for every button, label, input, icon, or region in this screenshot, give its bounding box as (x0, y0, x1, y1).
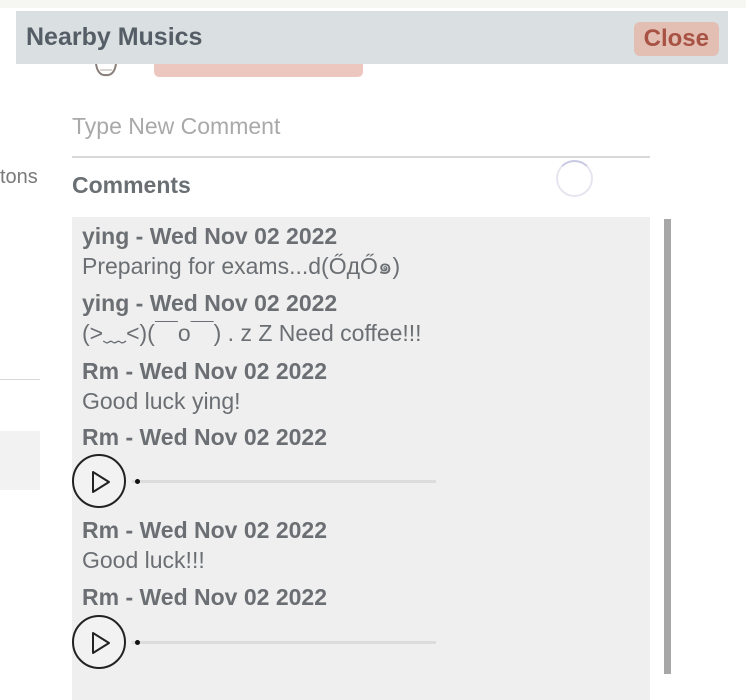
new-comment-input[interactable] (72, 96, 650, 158)
audio-progress-track[interactable] (132, 641, 436, 644)
comment-author-date: Rm - Wed Nov 02 2022 (82, 424, 328, 450)
play-icon (92, 471, 110, 493)
comments-scrollbar[interactable] (664, 219, 671, 674)
list-item: Rm - Wed Nov 02 2022 (82, 422, 327, 452)
background-top-strip (0, 0, 746, 8)
comment-text: Good luck ying! (82, 388, 241, 414)
list-item: Rm - Wed Nov 02 2022 Good luck ying! (82, 356, 327, 416)
list-item: ying - Wed Nov 02 2022 Preparing for exa… (82, 221, 400, 281)
comment-author-date: Rm - Wed Nov 02 2022 (82, 358, 328, 384)
panel-title: Nearby Musics (26, 23, 203, 51)
audio-player (72, 454, 452, 508)
comment-author-date: ying - Wed Nov 02 2022 (82, 290, 338, 316)
panel-header: Nearby Musics Close (16, 11, 728, 64)
partial-icon (92, 63, 122, 78)
comments-list[interactable]: ying - Wed Nov 02 2022 Preparing for exa… (72, 217, 650, 700)
background-block (0, 431, 40, 490)
comments-heading: Comments (72, 172, 191, 198)
comment-author-date: ying - Wed Nov 02 2022 (82, 223, 338, 249)
partial-action-button[interactable] (154, 64, 363, 77)
loading-spinner-icon (556, 160, 593, 197)
audio-player (72, 615, 452, 669)
comment-text: Preparing for exams...d(ŐдŐ๑) (82, 253, 401, 279)
list-item: Rm - Wed Nov 02 2022 Good luck!!! (82, 515, 327, 575)
close-button[interactable]: Close (633, 22, 719, 56)
list-item: ying - Wed Nov 02 2022 (>﹏<)(￣o￣) . z Z … (82, 288, 422, 348)
audio-progress-track[interactable] (132, 480, 436, 483)
comment-text: (>﹏<)(￣o￣) . z Z Need coffee!!! (82, 320, 422, 346)
play-icon (92, 632, 110, 654)
audio-progress-thumb[interactable] (135, 640, 140, 645)
audio-progress-thumb[interactable] (135, 479, 140, 484)
list-item: Rm - Wed Nov 02 2022 (82, 582, 327, 612)
play-button[interactable] (72, 615, 126, 669)
comment-author-date: Rm - Wed Nov 02 2022 (82, 584, 328, 610)
comment-text: Good luck!!! (82, 547, 205, 573)
background-divider (0, 379, 40, 380)
background-partial-text: tons (0, 166, 38, 188)
play-button[interactable] (72, 454, 126, 508)
comment-author-date: Rm - Wed Nov 02 2022 (82, 517, 328, 543)
